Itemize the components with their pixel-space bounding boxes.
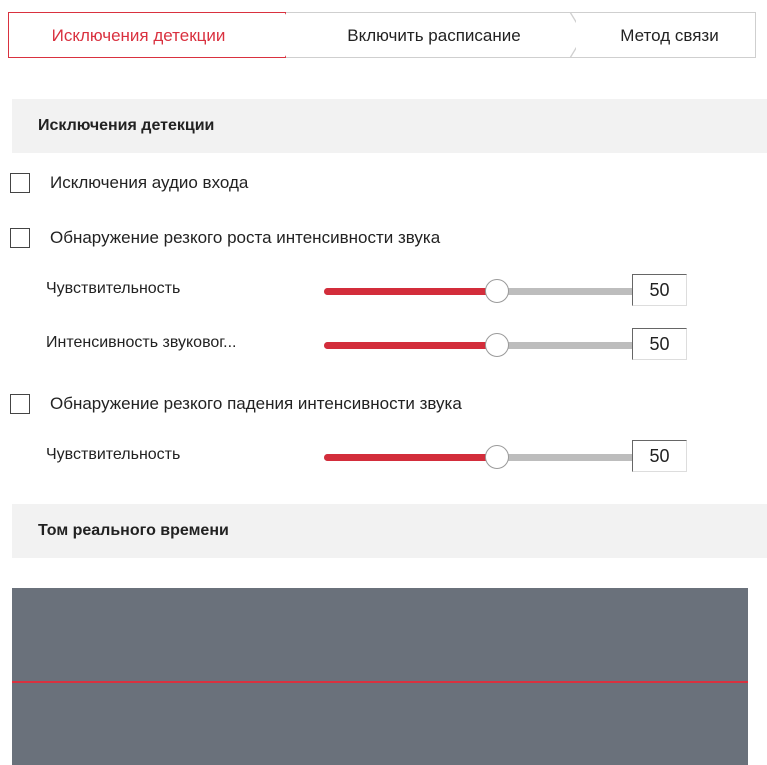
tab-linkage-method[interactable]: Метод связи (576, 12, 756, 58)
drop-sensitivity-fill (324, 454, 497, 461)
drop-sensitivity-track[interactable] (324, 445, 669, 469)
section-header-detection-exceptions: Исключения детекции (12, 99, 767, 153)
realtime-volume-display (12, 588, 748, 765)
rise-intensity-thumb[interactable] (485, 333, 509, 357)
tab-label: Включить расписание (347, 26, 521, 45)
rise-intensity-input[interactable] (632, 328, 687, 360)
rise-intensity-fill (324, 342, 497, 349)
sudden-rise-label: Обнаружение резкого роста интенсивности … (50, 228, 441, 247)
section-header-realtime-volume: Том реального времени (12, 504, 767, 558)
audio-input-exception-label: Исключения аудио входа (50, 173, 249, 192)
tab-schedule[interactable]: Включить расписание (286, 12, 576, 58)
audio-input-exception-row: Исключения аудио входа (10, 170, 248, 196)
audio-input-exception-checkbox[interactable] (10, 173, 30, 193)
drop-sensitivity-input[interactable] (632, 440, 687, 472)
rise-intensity-label: Интенсивность звуковог... (46, 334, 237, 351)
drop-sensitivity-row: Чувствительность (46, 440, 696, 474)
rise-sensitivity-thumb[interactable] (485, 279, 509, 303)
tab-bar: Исключения детекции Включить расписание … (8, 12, 767, 58)
rise-sensitivity-fill (324, 288, 497, 295)
sudden-drop-row: Обнаружение резкого падения интенсивност… (10, 391, 462, 417)
sudden-rise-checkbox[interactable] (10, 228, 30, 248)
sudden-drop-label: Обнаружение резкого падения интенсивност… (50, 394, 462, 413)
rise-sensitivity-input[interactable] (632, 274, 687, 306)
drop-sensitivity-label: Чувствительность (46, 446, 181, 463)
tab-label: Исключения детекции (51, 26, 226, 45)
rise-sensitivity-label: Чувствительность (46, 280, 181, 297)
rise-intensity-row: Интенсивность звуковог... (46, 328, 696, 362)
sudden-rise-row: Обнаружение резкого роста интенсивности … (10, 225, 440, 251)
tab-detection-exceptions[interactable]: Исключения детекции (8, 12, 286, 58)
rise-sensitivity-row: Чувствительность (46, 274, 696, 308)
rise-intensity-track[interactable] (324, 333, 669, 357)
volume-threshold-line (12, 681, 748, 683)
drop-sensitivity-thumb[interactable] (485, 445, 509, 469)
sudden-drop-checkbox[interactable] (10, 394, 30, 414)
tab-label: Метод связи (620, 26, 719, 45)
rise-sensitivity-track[interactable] (324, 279, 669, 303)
